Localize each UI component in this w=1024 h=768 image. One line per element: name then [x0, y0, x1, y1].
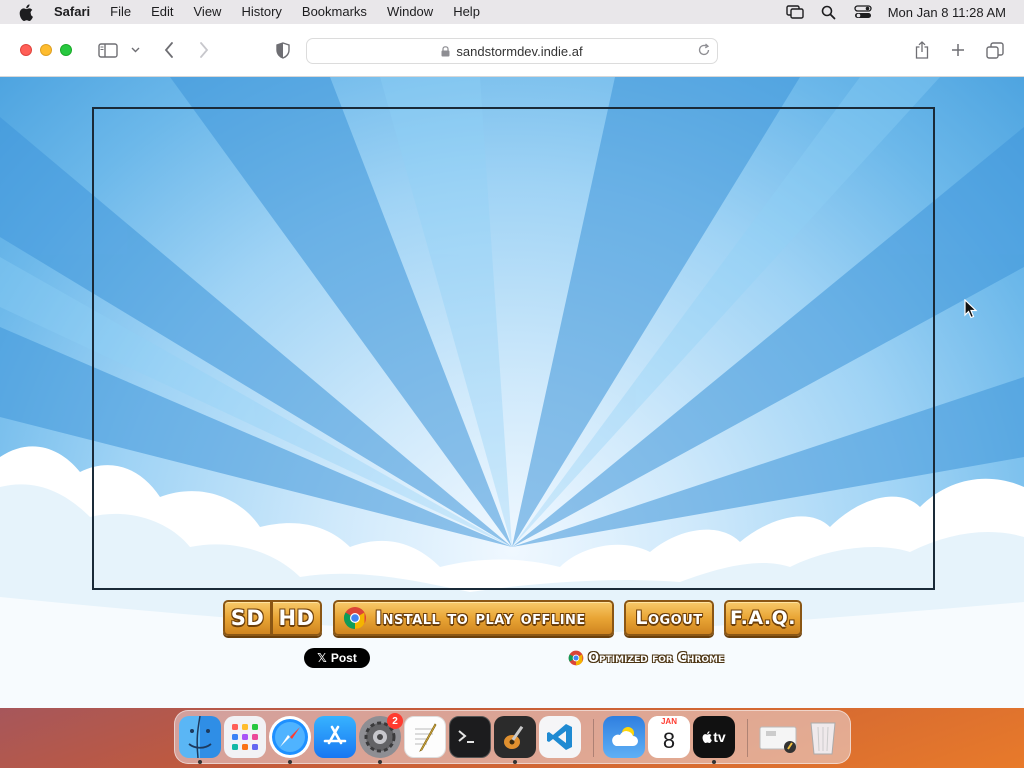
window-zoom-button[interactable] [60, 44, 72, 56]
apple-tv-icon[interactable]: tv [693, 716, 735, 758]
mouse-cursor-icon [964, 299, 978, 319]
weather-cloud-icon[interactable] [603, 716, 645, 758]
optimized-for-chrome-badge: Optimized for Chrome [568, 648, 724, 668]
menu-app-name[interactable]: Safari [52, 0, 100, 24]
apple-tv-label: tv [713, 729, 726, 745]
x-post-label: Post [330, 651, 357, 665]
vscode-icon[interactable] [539, 716, 581, 758]
reload-icon[interactable] [697, 43, 711, 57]
apple-menu-icon[interactable] [0, 0, 52, 24]
launchpad-icon[interactable] [224, 716, 266, 758]
dock: 2 JAN 8 tv [174, 710, 851, 764]
textedit-icon[interactable] [404, 716, 446, 758]
garageband-running-dot [513, 760, 517, 764]
window-close-button[interactable] [20, 44, 32, 56]
window-minimize-button[interactable] [40, 44, 52, 56]
menu-file[interactable]: File [100, 0, 141, 24]
back-chevron-icon[interactable] [160, 38, 178, 62]
tv-running-dot [712, 760, 716, 764]
game-controls-row: SD HD Install to play offline Logout F.A… [0, 600, 1024, 636]
x-logo-icon: 𝕏 [317, 651, 327, 665]
settings-notification-badge: 2 [387, 713, 403, 729]
safari-running-dot [288, 760, 292, 764]
finder-icon[interactable] [179, 716, 221, 758]
logout-button[interactable]: Logout [624, 600, 714, 636]
spotlight-search-icon[interactable] [812, 0, 846, 24]
terminal-icon[interactable] [449, 716, 491, 758]
sd-quality-button[interactable]: SD [223, 600, 272, 636]
chrome-logo-small-icon [568, 650, 584, 666]
menu-history[interactable]: History [231, 0, 291, 24]
chrome-logo-icon [344, 607, 366, 629]
tab-overview-icon[interactable] [985, 38, 1005, 62]
menu-edit[interactable]: Edit [141, 0, 183, 24]
privacy-shield-icon[interactable] [274, 38, 292, 62]
browser-toolbar: sandstormdev.indie.af [0, 24, 1024, 77]
preview-document-icon[interactable] [757, 716, 799, 758]
tab-group-chevron-down-icon[interactable] [128, 38, 142, 62]
faq-button[interactable]: F.A.Q. [724, 600, 802, 636]
control-center-icon[interactable] [846, 0, 880, 24]
web-page-content: SD HD Install to play offline Logout F.A… [0, 77, 1024, 708]
safari-window: sandstormdev.indie.af SD HD Install to p… [0, 24, 1024, 708]
screen-mirroring-icon[interactable] [778, 0, 812, 24]
menu-bookmarks[interactable]: Bookmarks [292, 0, 377, 24]
trash-icon[interactable] [802, 716, 844, 758]
optimized-label: Optimized for Chrome [588, 650, 725, 666]
hd-quality-button[interactable]: HD [272, 600, 322, 636]
install-offline-label: Install to play offline [375, 607, 586, 629]
install-offline-button[interactable]: Install to play offline [333, 600, 614, 636]
sidebar-toggle-icon[interactable] [96, 38, 120, 62]
calendar-day: 8 [662, 728, 676, 753]
x-post-button[interactable]: 𝕏 Post [304, 648, 370, 668]
lock-icon [441, 45, 450, 57]
url-text: sandstormdev.indie.af [456, 43, 583, 59]
dock-separator-2 [747, 719, 748, 757]
app-store-icon[interactable] [314, 716, 356, 758]
finder-running-dot [198, 760, 202, 764]
settings-running-dot [378, 760, 382, 764]
calendar-icon[interactable]: JAN 8 [648, 716, 690, 758]
new-tab-plus-icon[interactable] [948, 38, 968, 62]
menu-view[interactable]: View [184, 0, 232, 24]
safari-icon[interactable] [269, 716, 311, 758]
garageband-guitar-icon[interactable] [494, 716, 536, 758]
dock-separator [593, 719, 594, 757]
menubar-clock[interactable]: Mon Jan 8 11:28 AM [880, 5, 1006, 20]
calendar-month: JAN [648, 716, 690, 727]
menu-window[interactable]: Window [377, 0, 443, 24]
share-icon[interactable] [912, 38, 932, 62]
game-canvas-frame[interactable] [92, 107, 935, 590]
menu-help[interactable]: Help [443, 0, 490, 24]
forward-chevron-icon[interactable] [195, 38, 213, 62]
menu-bar: Safari File Edit View History Bookmarks … [0, 0, 1024, 24]
address-bar[interactable]: sandstormdev.indie.af [306, 38, 718, 64]
